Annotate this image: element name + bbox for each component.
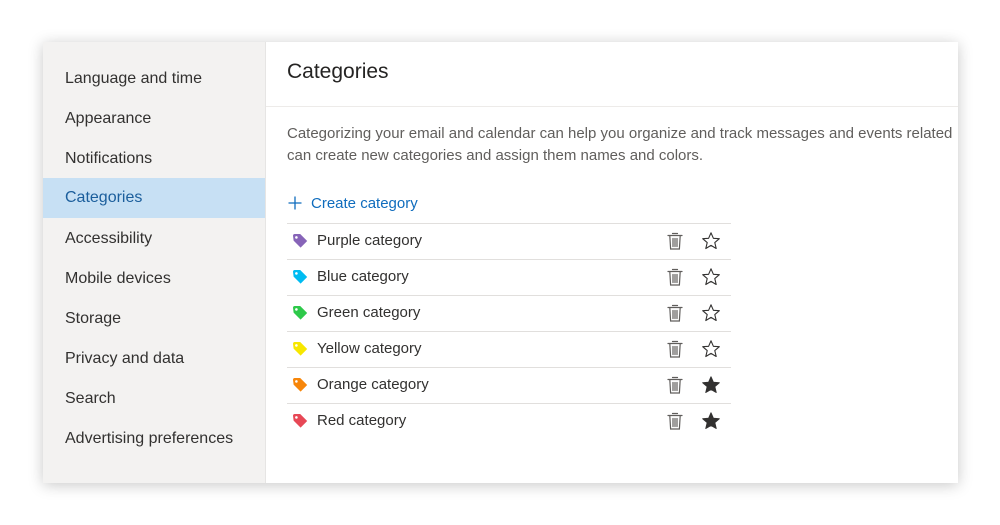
delete-icon[interactable] [666,339,684,359]
category-name: Green category [317,304,421,321]
delete-icon[interactable] [666,231,684,251]
category-list: Purple category Blue category Green catego… [287,223,731,439]
sidebar-item-appearance[interactable]: Appearance [43,99,265,139]
sidebar-item-language-and-time[interactable]: Language and time [43,59,265,99]
sidebar-item-advertising-preferences[interactable]: Advertising preferences [43,419,265,459]
category-tag-icon [293,378,308,392]
category-tag-icon [293,306,308,320]
star-outline-icon[interactable] [701,267,721,287]
category-tag-icon [293,270,308,284]
categories-description: Categorizing your email and calendar can… [287,123,958,167]
delete-icon[interactable] [666,411,684,431]
category-name: Blue category [317,268,409,285]
category-row[interactable]: Blue category [287,259,731,295]
categories-panel: Categories Categorizing your email and c… [266,42,958,483]
delete-icon[interactable] [666,375,684,395]
category-row[interactable]: Red category [287,403,731,439]
category-name: Yellow category [317,340,422,357]
star-filled-icon[interactable] [701,411,721,431]
star-outline-icon[interactable] [701,231,721,251]
category-name: Red category [317,412,407,429]
category-row[interactable]: Yellow category [287,331,731,367]
settings-window: Language and time Appearance Notificatio… [43,42,958,483]
star-outline-icon[interactable] [701,339,721,359]
description-line-2: can create new categories and assign the… [287,147,704,164]
create-category-button[interactable]: Create category [287,191,418,215]
category-tag-icon [293,342,308,356]
star-filled-icon[interactable] [701,375,721,395]
title-divider [266,106,958,107]
sidebar-item-search[interactable]: Search [43,379,265,419]
sidebar-item-accessibility[interactable]: Accessibility [43,219,265,259]
category-row[interactable]: Purple category [287,223,731,259]
category-tag-icon [293,234,308,248]
sidebar-item-mobile-devices[interactable]: Mobile devices [43,259,265,299]
delete-icon[interactable] [666,267,684,287]
category-tag-icon [293,414,308,428]
sidebar-item-privacy-and-data[interactable]: Privacy and data [43,339,265,379]
star-outline-icon[interactable] [701,303,721,323]
category-name: Purple category [317,232,423,249]
category-row[interactable]: Orange category [287,367,731,403]
category-name: Orange category [317,376,429,393]
sidebar-item-notifications[interactable]: Notifications [43,139,265,179]
plus-icon [288,196,302,210]
delete-icon[interactable] [666,303,684,323]
create-category-label: Create category [311,194,418,212]
category-row[interactable]: Green category [287,295,731,331]
page-title: Categories [287,60,389,83]
sidebar-item-storage[interactable]: Storage [43,299,265,339]
description-line-1: Categorizing your email and calendar can… [287,125,953,142]
settings-sidebar: Language and time Appearance Notificatio… [43,42,266,483]
sidebar-item-categories[interactable]: Categories [43,178,265,218]
